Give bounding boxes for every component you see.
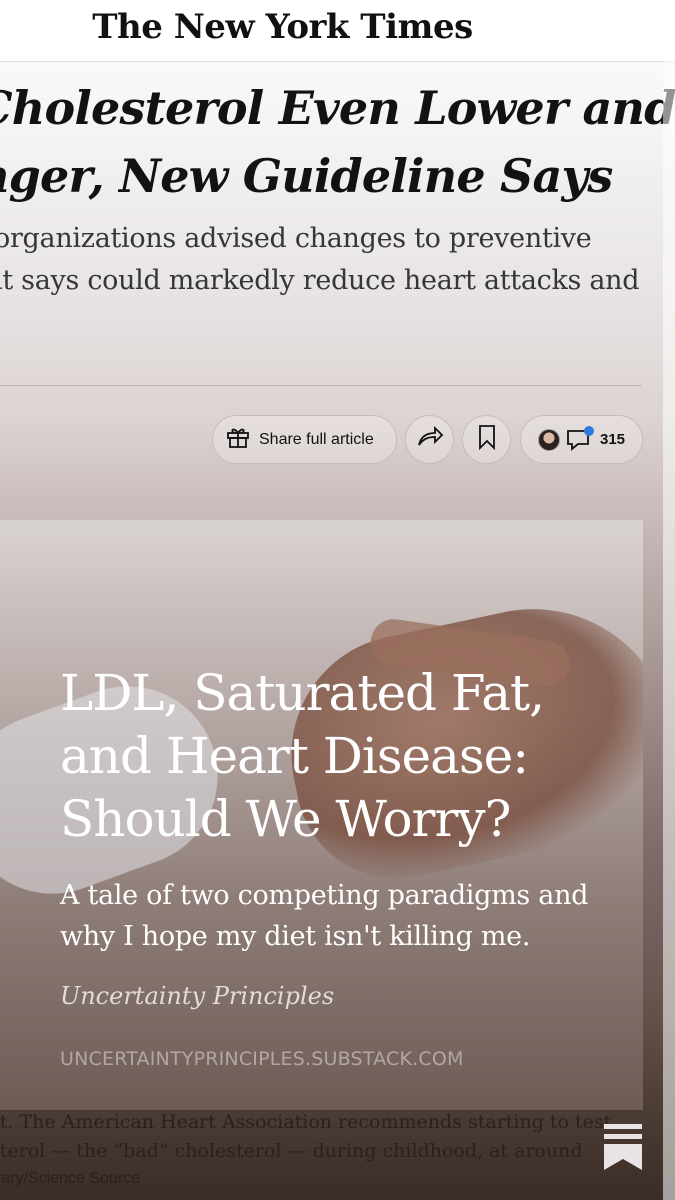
forward-icon (416, 425, 444, 454)
comment-icon (566, 425, 594, 452)
caption-line-1: st. The American Heart Association recom… (0, 1111, 612, 1133)
share-full-article-button[interactable]: Share full article (212, 415, 397, 464)
substack-link-card[interactable]: LDL, Saturated Fat, and Heart Disease: S… (0, 520, 643, 1110)
avatar (537, 428, 560, 451)
divider (0, 385, 642, 386)
share-label: Share full article (259, 430, 374, 448)
unread-dot (583, 425, 594, 436)
summary-line-2: it says could markedly reduce heart atta… (0, 265, 640, 296)
card-title-line-3: Should We Worry? (60, 790, 511, 848)
nyt-logo[interactable]: The New York Times (92, 7, 473, 47)
bookmark-icon (477, 424, 497, 455)
card-title-line-1: LDL, Saturated Fat, (60, 664, 545, 722)
forward-button[interactable] (405, 415, 454, 464)
masthead: The New York Times (0, 0, 675, 62)
scroll-edge (663, 0, 675, 1200)
card-subtitle-line-2: why I hope my diet isn't killing me. (60, 921, 531, 952)
card-publication: Uncertainty Principles (60, 982, 335, 1010)
photo-credit: rary/Science Source (0, 1170, 141, 1187)
summary-line-1: organizations advised changes to prevent… (0, 223, 592, 254)
comment-count: 315 (599, 431, 626, 448)
article-summary: organizations advised changes to prevent… (0, 218, 674, 302)
headline-line-1: Cholesterol Even Lower and (0, 81, 675, 135)
card-title-line-2: and Heart Disease: (60, 727, 529, 785)
comments-button[interactable]: 315 (520, 415, 643, 464)
caption-line-2: sterol — the “bad” cholesterol — during … (0, 1140, 583, 1162)
save-button[interactable] (462, 415, 511, 464)
card-subtitle: A tale of two competing paradigms and wh… (60, 875, 620, 957)
article-headline: Cholesterol Even Lower and nger, New Gui… (0, 74, 675, 210)
gift-icon (225, 424, 251, 455)
headline-line-2: nger, New Guideline Says (0, 149, 613, 203)
card-subtitle-line-1: A tale of two competing paradigms and (60, 880, 589, 911)
substack-icon[interactable] (604, 1124, 642, 1170)
card-url: UNCERTAINTYPRINCIPLES.SUBSTACK.COM (60, 1048, 464, 1070)
photo-caption: st. The American Heart Association recom… (0, 1108, 670, 1166)
card-title: LDL, Saturated Fat, and Heart Disease: S… (60, 662, 620, 851)
